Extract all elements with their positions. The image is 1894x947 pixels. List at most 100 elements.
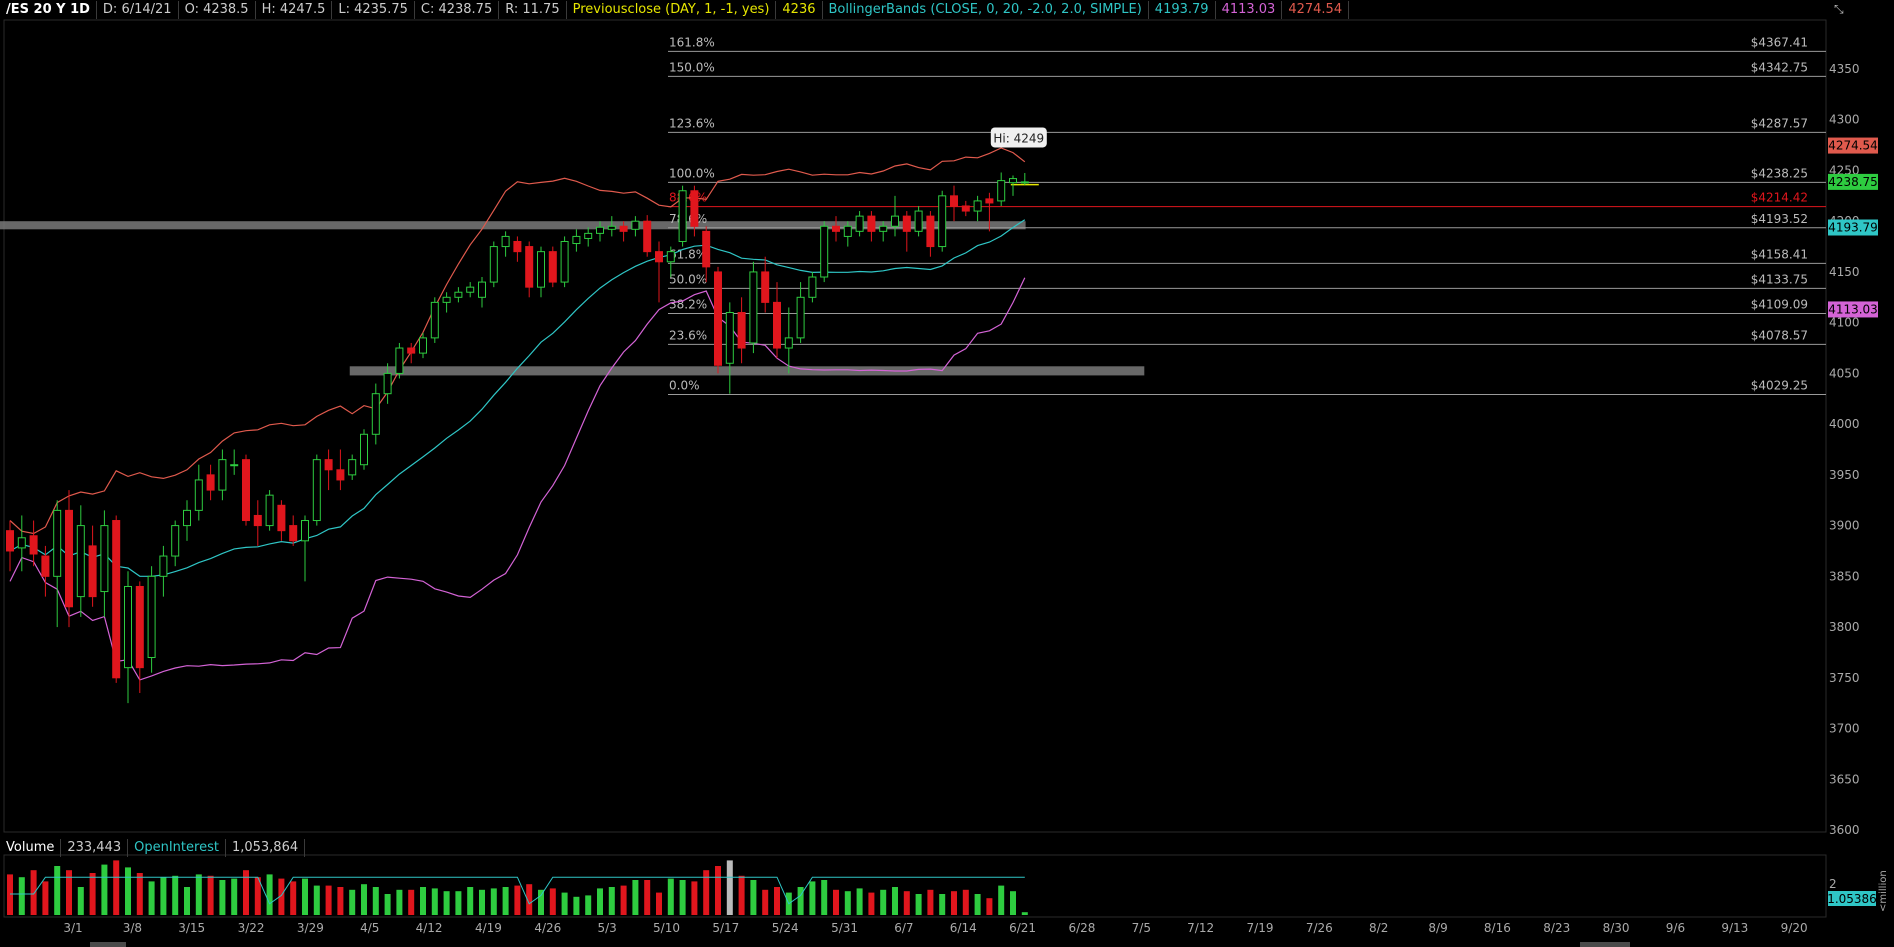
candle-body xyxy=(997,180,1006,202)
date-tick-label: 8/16 xyxy=(1484,921,1511,935)
candle-body xyxy=(631,220,640,230)
volume-bar xyxy=(125,867,131,915)
price-tick-label: 4050 xyxy=(1829,366,1860,380)
volume-bar xyxy=(597,888,603,915)
candle-body xyxy=(525,246,534,288)
volume-bar xyxy=(608,887,615,915)
volume-bar xyxy=(962,889,969,915)
volume-bar xyxy=(656,892,662,915)
candle-body xyxy=(253,514,262,527)
volume-bar xyxy=(325,885,332,915)
candle-body xyxy=(820,225,829,278)
volume-bar xyxy=(313,885,320,915)
date-tick-label: 7/12 xyxy=(1187,921,1214,935)
fib-percent-label: 50.0% xyxy=(669,272,707,286)
volume-bar xyxy=(30,870,37,915)
volume-bar xyxy=(467,887,474,915)
candle-body xyxy=(29,535,38,555)
open-interest-label[interactable]: OpenInterest xyxy=(128,839,226,857)
price-tick-label: 4350 xyxy=(1829,62,1860,76)
candle-body xyxy=(454,291,463,298)
price-tag-label: 4238.75 xyxy=(1828,175,1878,189)
date-tick-label: 6/7 xyxy=(894,921,913,935)
price-tick-label: 3700 xyxy=(1829,722,1860,736)
volume-bar xyxy=(986,898,993,915)
volume-bar xyxy=(679,880,686,915)
volume-bar xyxy=(219,880,226,915)
candle-body xyxy=(725,312,734,364)
volume-bar xyxy=(892,887,898,915)
candle-body xyxy=(784,337,793,349)
candle-body xyxy=(796,296,805,339)
candle-body xyxy=(1020,181,1029,184)
volume-bar xyxy=(420,887,426,915)
fib-price-label: $4287.57 xyxy=(1751,116,1808,130)
volume-bar xyxy=(667,878,674,915)
candle-body xyxy=(478,281,486,298)
volume-bar xyxy=(290,881,297,915)
date-tick-label: 8/2 xyxy=(1369,921,1388,935)
high-annotation-text: Hi: 4249 xyxy=(993,131,1044,145)
candle xyxy=(749,261,758,354)
price-tag-label: 4193.79 xyxy=(1828,221,1878,235)
open-readout: O: 4238.5 xyxy=(179,1,256,19)
volume-bar xyxy=(184,887,190,915)
chart-canvas[interactable]: 161.8% $4367.41 150.0% $4342.75 123.6% $4287.… xyxy=(0,0,1894,947)
candle-body xyxy=(678,190,687,242)
volume-bar xyxy=(396,889,403,915)
volume-bar xyxy=(113,860,120,915)
candle-body xyxy=(41,555,50,577)
date-tick-label: 4/19 xyxy=(475,921,502,935)
volume-bar xyxy=(844,891,851,915)
bollinger-mid-value: 4193.79 xyxy=(1149,1,1216,19)
candle-body xyxy=(537,251,545,288)
symbol-label[interactable]: /ES 20 Y 1D xyxy=(0,1,97,19)
volume-bar xyxy=(750,880,757,915)
volume-study-label[interactable]: Volume xyxy=(0,839,62,857)
candle-body xyxy=(867,215,876,232)
fib-percent-label: 0.0% xyxy=(669,378,700,392)
candle-body xyxy=(112,520,121,679)
volume-bar xyxy=(148,881,155,915)
candle-body xyxy=(572,235,581,245)
candle-body xyxy=(619,225,628,232)
candle-body xyxy=(76,525,85,598)
fib-price-label: $4078.57 xyxy=(1751,328,1808,342)
prevclose-value: 4236 xyxy=(776,1,823,19)
date-tick-label: 5/31 xyxy=(831,921,858,935)
oi-tag-label: 1.05386 xyxy=(1827,892,1877,906)
date-tick-label: 5/10 xyxy=(653,921,680,935)
price-tick-label: 4100 xyxy=(1829,316,1860,330)
candle xyxy=(643,215,652,257)
candle-body xyxy=(135,585,144,669)
volume-bar xyxy=(42,881,49,915)
expand-icon[interactable]: ⤡ xyxy=(1834,2,1850,16)
date-tick-label: 4/12 xyxy=(416,921,443,935)
volume-bar xyxy=(1021,912,1028,915)
horizontal-scrollbar-right[interactable] xyxy=(1580,942,1630,947)
date-tick-label: 3/1 xyxy=(63,921,82,935)
fib-percent-label: 161.8% xyxy=(669,35,715,49)
candle xyxy=(265,490,274,531)
volume-bar xyxy=(172,875,179,915)
bollinger-study-label[interactable]: BollingerBands (CLOSE, 0, 20, -2.0, 2.0,… xyxy=(823,1,1149,19)
candle-body xyxy=(218,459,227,491)
horizontal-scrollbar-thumb[interactable] xyxy=(90,942,126,947)
date-tick-label: 8/23 xyxy=(1543,921,1570,935)
candle-body xyxy=(324,459,333,471)
prevclose-study-label[interactable]: Previousclose (DAY, 1, -1, yes) xyxy=(567,1,777,19)
date-readout: D: 6/14/21 xyxy=(97,1,179,19)
chart-header: /ES 20 Y 1D D: 6/14/21 O: 4238.5 H: 4247… xyxy=(0,0,1350,20)
range-readout: R: 11.75 xyxy=(499,1,567,19)
candle-body xyxy=(560,240,569,283)
volume-bar xyxy=(549,888,556,915)
date-tick-label: 8/9 xyxy=(1428,921,1447,935)
volume-bar xyxy=(455,891,462,915)
candle-body xyxy=(501,235,510,248)
volume-bar xyxy=(372,887,379,915)
fib-price-label: $4133.75 xyxy=(1751,272,1808,286)
volume-bar xyxy=(349,889,356,915)
candle-body xyxy=(891,215,899,227)
open-interest-value: 1,053,864 xyxy=(226,839,306,857)
volume-panel xyxy=(3,854,1827,918)
